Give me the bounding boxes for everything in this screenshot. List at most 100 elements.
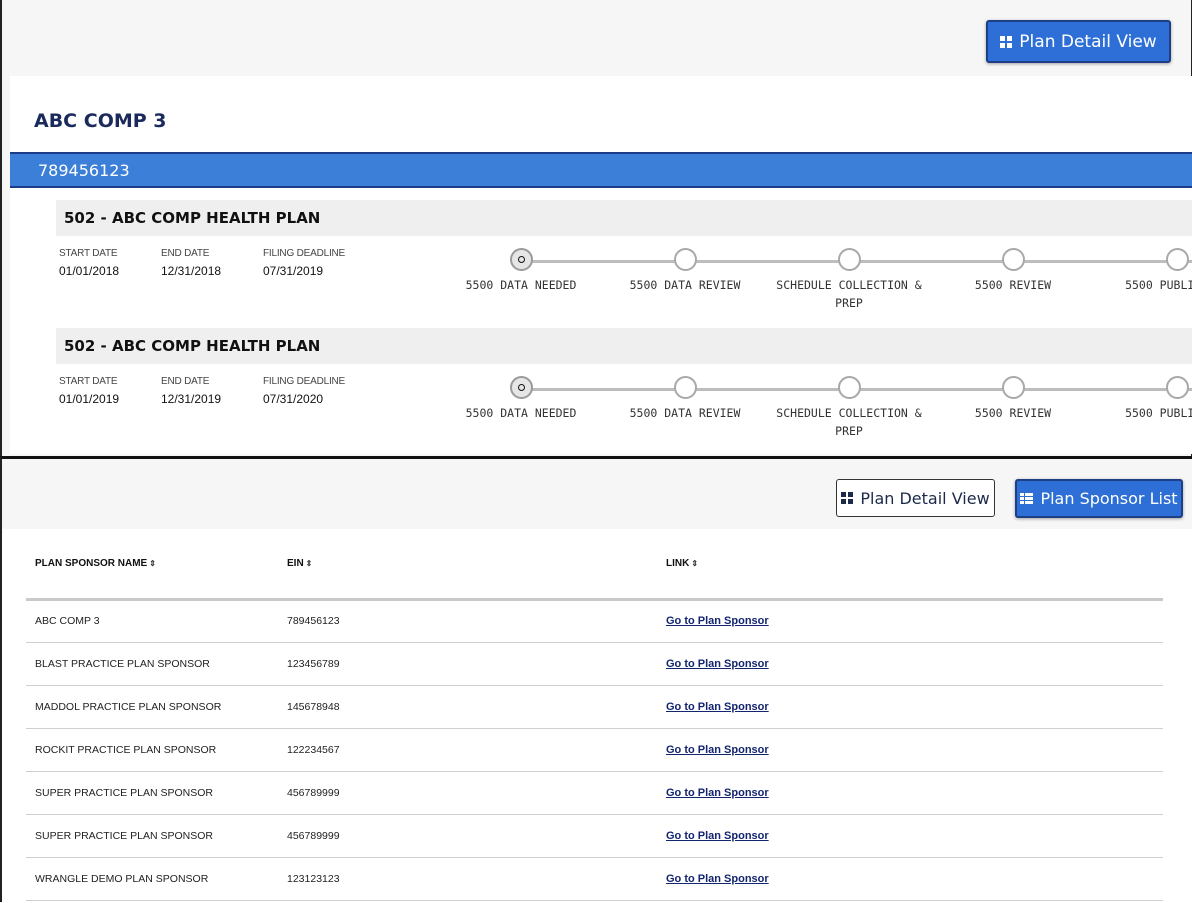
link-cell: Go to Plan Sponsor <box>657 642 1163 686</box>
step-label: 5500 DATA REVIEW <box>629 406 741 420</box>
go-to-plan-sponsor-link[interactable]: Go to Plan Sponsor <box>666 787 769 799</box>
progress-tracker: 5500 DATA NEEDED 5500 DATA REVIEW SCHEDULE… <box>409 248 1192 310</box>
end-date-label: END DATE <box>161 376 210 387</box>
end-date-value: 12/31/2018 <box>161 264 222 278</box>
ein-cell: 456789999 <box>278 771 657 815</box>
sort-icon[interactable]: ⇕ <box>306 559 313 568</box>
end-date: END DATE 12/31/2019 <box>161 376 221 406</box>
filing-deadline-value: 07/31/2019 <box>263 264 324 278</box>
go-to-plan-sponsor-link[interactable]: Go to Plan Sponsor <box>666 615 769 627</box>
plan-detail-view-label: Plan Detail View <box>860 488 990 508</box>
go-to-plan-sponsor-link[interactable]: Go to Plan Sponsor <box>666 658 769 670</box>
start-date-label: START DATE <box>59 376 118 387</box>
progress-step[interactable]: 5500 DATA NEEDED <box>441 248 601 294</box>
table-row: SUPER PRACTICE PLAN SPONSOR 456789999 Go t… <box>26 771 1163 815</box>
clock-icon <box>509 248 533 271</box>
progress-step[interactable]: 5500 PUBLISHING <box>1097 248 1192 294</box>
link-cell: Go to Plan Sponsor <box>657 771 1163 815</box>
progress-step[interactable]: SCHEDULE COLLECTION & PREP <box>769 376 929 440</box>
progress-step[interactable]: SCHEDULE COLLECTION & PREP <box>769 248 929 312</box>
progress-step[interactable]: 5500 PUBLISHING <box>1097 376 1192 422</box>
go-to-plan-sponsor-link[interactable]: Go to Plan Sponsor <box>666 830 769 842</box>
go-to-plan-sponsor-link[interactable]: Go to Plan Sponsor <box>666 701 769 713</box>
progress-tracker: 5500 DATA NEEDED 5500 DATA REVIEW SCHEDULE… <box>409 376 1192 438</box>
step-label: 5500 DATA REVIEW <box>629 278 741 292</box>
plan-block: 502 - ABC COMP HEALTH PLAN START DATE 01… <box>56 200 1192 310</box>
column-header-link[interactable]: LINK ⇕ <box>657 529 1163 601</box>
sponsor-title: ABC COMP 3 <box>34 110 167 132</box>
progress-step[interactable]: 5500 DATA NEEDED <box>441 376 601 422</box>
table-row: BLAST PRACTICE PLAN SPONSOR 123456789 Go t… <box>26 642 1163 686</box>
plan-detail-view-button[interactable]: Plan Detail View <box>986 20 1171 63</box>
clock-icon <box>509 376 533 399</box>
end-date-label: END DATE <box>161 248 210 259</box>
step-circle-icon <box>1165 248 1189 271</box>
start-date-label: START DATE <box>59 248 118 259</box>
grid-icon <box>1000 35 1013 48</box>
plan-detail-view-button[interactable]: Plan Detail View <box>836 479 995 517</box>
link-cell: Go to Plan Sponsor <box>657 728 1163 772</box>
plan-detail-panel: Plan Detail View ABC COMP 3 789456123 50… <box>0 0 1192 456</box>
sponsor-name-cell: ROCKIT PRACTICE PLAN SPONSOR <box>26 728 278 772</box>
column-header-ein[interactable]: EIN ⇕ <box>278 529 657 601</box>
step-label: 5500 PUBLISHING <box>1125 406 1192 420</box>
step-label: SCHEDULE COLLECTION & PREP <box>776 278 922 310</box>
ein-bar[interactable]: 789456123 <box>10 152 1192 188</box>
ein-cell: 122234567 <box>278 728 657 772</box>
step-circle-icon <box>673 376 697 399</box>
sponsor-name-cell: SUPER PRACTICE PLAN SPONSOR <box>26 814 278 858</box>
plan-detail-view-label: Plan Detail View <box>1019 31 1157 52</box>
list-icon <box>1020 492 1034 505</box>
filing-deadline-label: FILING DEADLINE <box>263 248 346 259</box>
step-label: 5500 DATA NEEDED <box>465 278 577 292</box>
ein-cell: 145678948 <box>278 685 657 729</box>
ein-cell: 456789999 <box>278 814 657 858</box>
link-cell: Go to Plan Sponsor <box>657 599 1163 643</box>
filing-deadline-label: FILING DEADLINE <box>263 376 346 387</box>
plan-title[interactable]: 502 - ABC COMP HEALTH PLAN <box>56 328 1192 364</box>
progress-step[interactable]: 5500 DATA REVIEW <box>605 248 765 294</box>
sponsor-name-cell: BLAST PRACTICE PLAN SPONSOR <box>26 642 278 686</box>
step-circle-icon <box>837 248 861 271</box>
step-label: SCHEDULE COLLECTION & PREP <box>776 406 922 438</box>
plan-sponsor-list-button[interactable]: Plan Sponsor List <box>1015 479 1183 518</box>
start-date-value: 01/01/2018 <box>59 264 120 278</box>
step-label: 5500 DATA NEEDED <box>465 406 577 420</box>
sort-icon[interactable]: ⇕ <box>149 559 156 568</box>
sponsor-name-cell: SUPER PRACTICE PLAN SPONSOR <box>26 771 278 815</box>
ein-cell: 123456789 <box>278 642 657 686</box>
table-header-row: PLAN SPONSOR NAME ⇕ EIN ⇕ LINK ⇕ <box>26 529 1163 601</box>
plan-sponsor-list-panel: Plan Detail View Plan Sponsor List PLAN … <box>0 456 1192 903</box>
sort-icon[interactable]: ⇕ <box>691 559 698 568</box>
step-circle-icon <box>837 376 861 399</box>
plan-title[interactable]: 502 - ABC COMP HEALTH PLAN <box>56 200 1192 236</box>
step-label: 5500 PUBLISHING <box>1125 278 1192 292</box>
table-row: ABC COMP 3 789456123 Go to Plan Sponsor <box>26 599 1163 643</box>
sponsor-card: ABC COMP 3 789456123 502 - ABC COMP HEAL… <box>10 76 1192 454</box>
go-to-plan-sponsor-link[interactable]: Go to Plan Sponsor <box>666 744 769 756</box>
column-label: PLAN SPONSOR NAME <box>35 557 148 569</box>
start-date: START DATE 01/01/2018 <box>59 248 119 278</box>
progress-step[interactable]: 5500 REVIEW <box>933 376 1093 422</box>
ein-cell: 789456123 <box>278 599 657 643</box>
go-to-plan-sponsor-link[interactable]: Go to Plan Sponsor <box>666 873 769 885</box>
filing-deadline: FILING DEADLINE 07/31/2020 <box>263 376 345 406</box>
start-date-value: 01/01/2019 <box>59 392 120 406</box>
table-row: SUPER PRACTICE PLAN SPONSOR 456789999 Go t… <box>26 814 1163 858</box>
link-cell: Go to Plan Sponsor <box>657 814 1163 858</box>
column-label: EIN <box>287 557 304 569</box>
ein-cell: 123123123 <box>278 857 657 901</box>
step-label: 5500 REVIEW <box>974 278 1052 292</box>
filing-deadline: FILING DEADLINE 07/31/2019 <box>263 248 345 278</box>
progress-step[interactable]: 5500 DATA REVIEW <box>605 376 765 422</box>
sponsor-name-cell: WRANGLE DEMO PLAN SPONSOR <box>26 857 278 901</box>
table-row: WRANGLE DEMO PLAN SPONSOR 123123123 Go to … <box>26 857 1163 901</box>
column-label: LINK <box>666 557 690 569</box>
sponsor-table: PLAN SPONSOR NAME ⇕ EIN ⇕ LINK ⇕ ABC COMP 3… <box>26 529 1163 901</box>
column-header-name[interactable]: PLAN SPONSOR NAME ⇕ <box>26 529 278 601</box>
sponsor-name-cell: MADDOL PRACTICE PLAN SPONSOR <box>26 685 278 729</box>
step-circle-icon <box>1001 248 1025 271</box>
progress-step[interactable]: 5500 REVIEW <box>933 248 1093 294</box>
grid-icon <box>841 492 854 504</box>
step-circle-icon <box>1001 376 1025 399</box>
